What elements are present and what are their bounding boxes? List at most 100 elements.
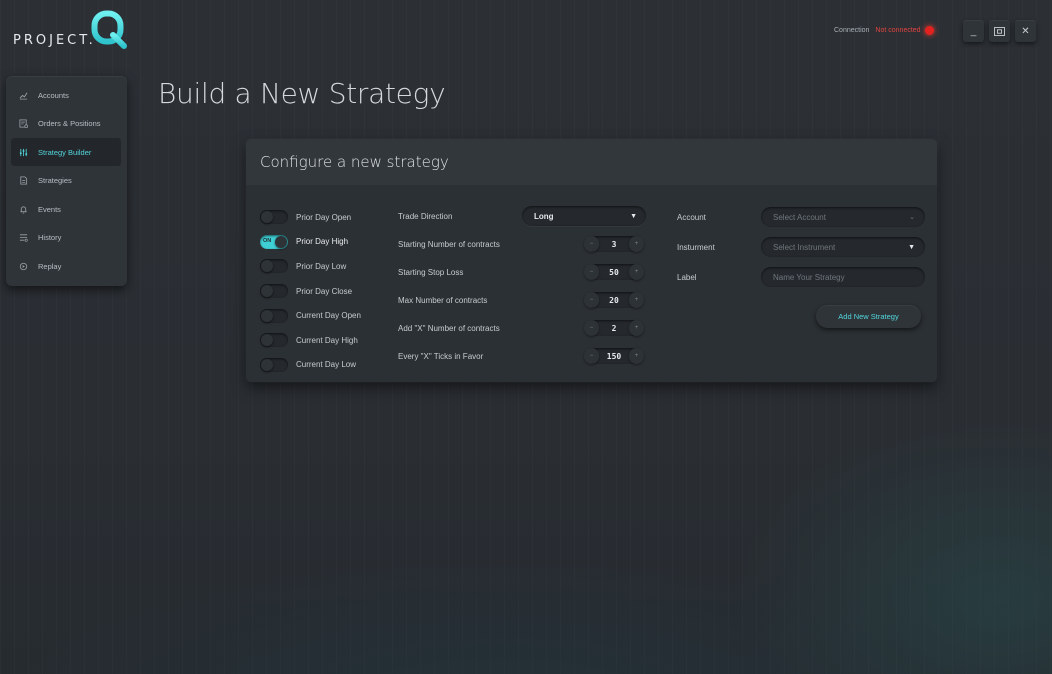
history-icon [19,234,28,242]
sidebar-item-history[interactable]: History [11,224,121,252]
starting-stop-loss-row: Starting Stop Loss − 50 + [398,258,646,286]
decrement-button[interactable]: − [584,292,599,308]
prior-day-close-switch[interactable] [260,284,288,299]
minimize-button[interactable]: _ [963,20,984,42]
strategy-name-input[interactable] [761,267,925,287]
ticks-in-favor-stepper: − 150 + [584,348,644,364]
instrument-placeholder: Select Instrument [773,242,836,252]
label-row: Label [677,262,925,292]
replay-icon [19,262,28,270]
starting-contracts-row: Starting Number of contracts − 3 + [398,230,646,258]
sidebar-item-replay[interactable]: Replay [11,252,121,280]
increment-button[interactable]: + [628,236,644,252]
logo-q-icon [91,10,127,49]
current-day-high-switch[interactable] [260,333,288,348]
sidebar-item-label: Replay [38,261,62,271]
stepper-label: Every "X" Ticks in Favor [398,351,484,361]
orders-icon [19,119,28,128]
toggle-label: Prior Day Open [296,212,352,222]
sidebar-item-events[interactable]: Events [11,195,121,223]
add-new-strategy-button[interactable]: Add New Strategy [816,305,921,328]
toggle-row-current-day-open: Current Day Open [260,303,361,328]
max-contracts-stepper: − 20 + [584,292,644,308]
settings-icon [19,148,28,156]
strategy-label-label: Label [677,272,697,282]
instrument-row: Insturment Select Instrument ▼ [677,232,925,262]
stepper-label: Starting Number of contracts [398,239,500,249]
toggle-row-prior-day-high: ON Prior Day High [260,230,361,255]
configure-strategy-card: Configure a new strategy Prior Day Open … [246,139,937,382]
increment-button[interactable]: + [628,348,644,364]
stepper-value[interactable]: 50 [609,268,619,277]
app-logo: PROJECT. [12,10,142,54]
stepper-label: Add "X" Number of contracts [398,323,500,333]
switch-knob [261,309,273,322]
sidebar-item-label: Strategy Builder [38,147,92,157]
decrement-button[interactable]: − [584,236,599,252]
decrement-button[interactable]: − [584,348,599,364]
status-dot-icon [924,26,934,35]
logo-text: PROJECT. [13,33,96,48]
document-icon [20,176,28,185]
increment-button[interactable]: + [628,320,644,336]
trade-direction-value: Long [534,211,554,221]
instrument-label: Insturment [677,242,715,252]
max-contracts-row: Max Number of contracts − 20 + [398,286,646,314]
toggle-label: Prior Day Low [296,261,347,271]
sidebar: Accounts Orders & Positions Strategy Bui… [6,76,127,286]
instrument-select[interactable]: Select Instrument ▼ [761,237,925,257]
increment-button[interactable]: + [628,264,644,280]
close-button[interactable]: ✕ [1015,20,1036,42]
increment-button[interactable]: + [628,292,644,308]
toggle-label: Prior Day High [296,237,349,247]
switch-knob [261,285,273,298]
sidebar-item-orders-positions[interactable]: Orders & Positions [11,110,121,138]
maximize-button[interactable] [989,20,1010,42]
starting-stop-loss-stepper: − 50 + [584,264,644,280]
trade-direction-label: Trade Direction [398,211,453,221]
ticks-in-favor-row: Every "X" Ticks in Favor − 150 + [398,342,646,370]
toggle-row-prior-day-low: Prior Day Low [260,254,361,279]
sidebar-item-label: Accounts [38,90,69,100]
switch-knob [261,211,273,224]
stepper-value[interactable]: 3 [612,240,617,249]
account-label: Account [677,212,706,222]
account-row: Account Select Account ⌄ [677,202,925,232]
sidebar-item-accounts[interactable]: Accounts [11,81,121,109]
caret-down-icon: ▼ [908,243,915,251]
stepper-value[interactable]: 2 [612,324,617,333]
stepper-value[interactable]: 20 [609,296,619,305]
sidebar-item-label: Strategies [38,176,72,185]
add-contracts-row: Add "X" Number of contracts − 2 + [398,314,646,342]
add-contracts-stepper: − 2 + [584,320,644,336]
starting-contracts-stepper: − 3 + [584,236,644,252]
current-day-low-switch[interactable] [260,357,288,372]
page-title: Build a New Strategy [158,77,446,110]
prior-day-low-switch[interactable] [260,259,288,274]
toggle-row-current-day-low: Current Day Low [260,353,361,378]
decrement-button[interactable]: − [584,320,599,336]
stepper-label: Starting Stop Loss [398,267,464,277]
trade-direction-select[interactable]: Long ▼ [522,206,646,226]
toggle-row-prior-day-close: Prior Day Close [260,279,361,304]
account-select[interactable]: Select Account ⌄ [761,207,925,227]
prior-day-open-switch[interactable] [260,210,288,225]
switch-knob [275,235,287,248]
connection-status: Not connected [875,27,921,34]
level-toggles: Prior Day Open ON Prior Day High Prior D… [260,205,361,377]
prior-day-high-switch[interactable]: ON [260,234,288,249]
decrement-button[interactable]: − [584,264,599,280]
account-placeholder: Select Account [773,212,826,222]
toggle-label: Current Day Low [296,360,357,370]
sidebar-item-strategy-builder[interactable]: Strategy Builder [11,138,121,166]
chart-icon [19,92,28,99]
window-controls: _ ✕ [963,20,1036,42]
toggle-row-prior-day-open: Prior Day Open [260,205,361,230]
switch-knob [261,358,273,371]
sidebar-item-strategies[interactable]: Strategies [11,167,121,195]
sidebar-item-label: Events [38,204,61,214]
current-day-open-switch[interactable] [260,308,288,323]
sidebar-item-label: History [38,233,62,242]
stepper-value[interactable]: 150 [607,352,621,361]
switch-on-text: ON [263,238,272,245]
